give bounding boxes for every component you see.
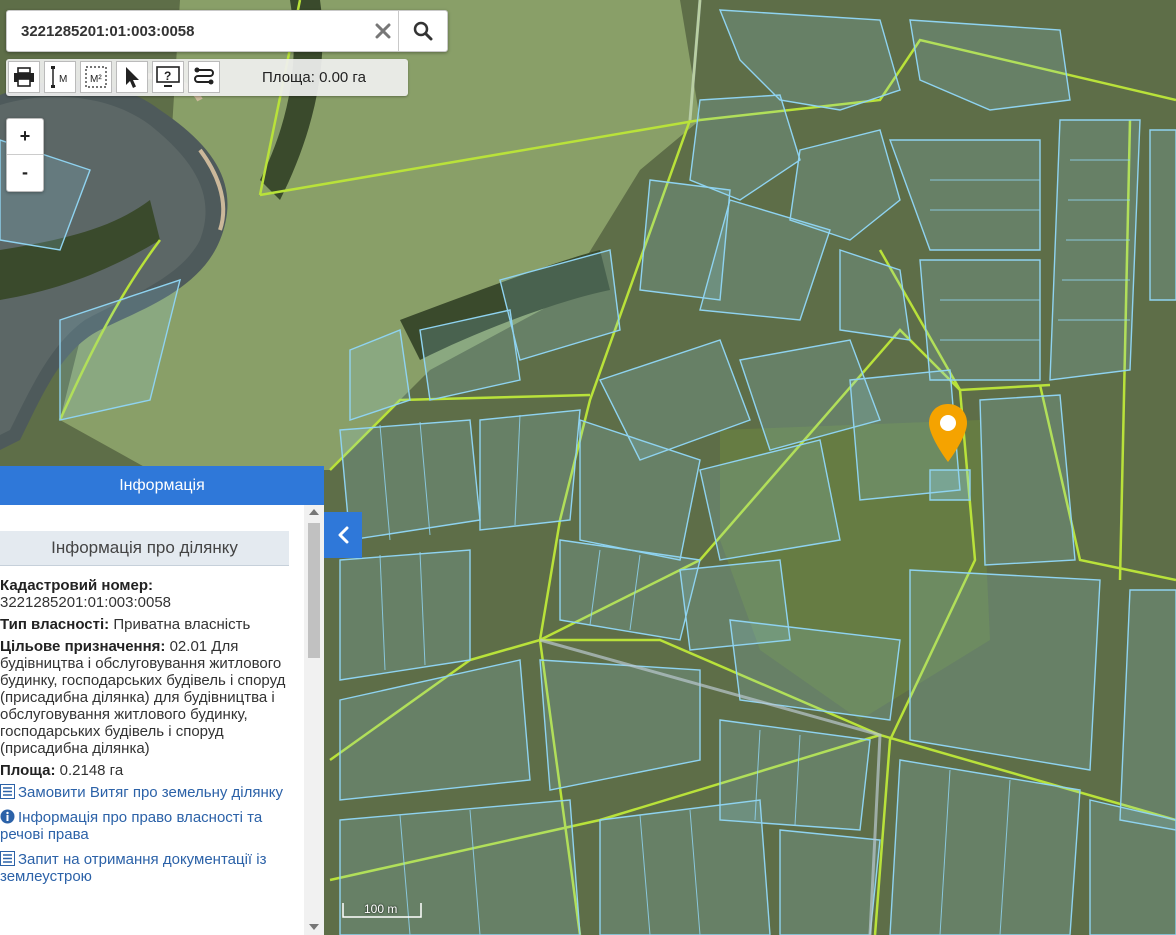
order-extract-link[interactable]: Замовити Витяг про земельну ділянку: [0, 784, 300, 801]
svg-text:?: ?: [164, 69, 171, 83]
search-button[interactable]: [398, 11, 447, 51]
area-label: Площа:: [0, 762, 56, 779]
ownership-rights-label: Інформація про право власності та речові…: [0, 809, 263, 843]
purpose-value: 02.01 Для будівництва і обслуговування ж…: [0, 638, 286, 757]
chevron-left-icon: [338, 526, 349, 544]
zoom-in-button[interactable]: +: [7, 119, 43, 155]
measure-area-icon: M²: [85, 66, 107, 88]
zoom-control: + -: [6, 118, 44, 192]
location-marker-icon[interactable]: [926, 402, 970, 464]
measure-area-button[interactable]: M²: [80, 61, 112, 93]
cadastral-value: 3221285201:01:003:0058: [0, 594, 172, 611]
documentation-request-link[interactable]: Запит на отримання документації із земле…: [0, 851, 300, 885]
pointer-icon: [126, 67, 139, 88]
info-icon: [0, 809, 15, 824]
clear-search-button[interactable]: [367, 11, 399, 51]
svg-text:M: M: [59, 74, 67, 85]
area-readout: Площа: 0.00 га: [262, 69, 366, 86]
search-box: [6, 10, 448, 52]
search-icon: [413, 21, 433, 41]
parcel-info: Кадастровий номер: 3221285201:01:003:005…: [0, 577, 300, 893]
scale-label: 100 m: [364, 902, 398, 916]
purpose-row: Цільове призначення: 02.01 Для будівницт…: [0, 638, 300, 757]
help-icon: ?: [156, 66, 180, 87]
cadastral-label: Кадастровий номер:: [0, 577, 154, 594]
ownership-value: Приватна власність: [113, 616, 251, 633]
close-icon: [375, 23, 391, 39]
ownership-row: Тип власності: Приватна власність: [0, 616, 300, 633]
panel-scrollbar[interactable]: [304, 505, 324, 935]
purpose-label: Цільове призначення:: [0, 638, 166, 655]
panel-title: Інформація: [0, 466, 324, 505]
scroll-down-icon[interactable]: [309, 924, 319, 930]
scroll-up-icon[interactable]: [309, 509, 319, 515]
measure-length-icon: M: [51, 66, 67, 88]
order-extract-label: Замовити Витяг про земельну ділянку: [18, 784, 284, 801]
zoom-out-button[interactable]: -: [7, 155, 43, 190]
cadastral-row: Кадастровий номер: 3221285201:01:003:005…: [0, 577, 300, 611]
documentation-request-label: Запит на отримання документації із земле…: [0, 851, 267, 885]
ownership-label: Тип власності:: [0, 616, 110, 633]
print-button[interactable]: [8, 61, 40, 93]
info-panel: Інформація Інформація про ділянку Кадаст…: [0, 466, 324, 935]
route-icon: [194, 67, 214, 85]
help-button[interactable]: ?: [152, 61, 184, 93]
route-button[interactable]: [188, 61, 220, 93]
measure-length-button[interactable]: M: [44, 61, 76, 93]
scroll-thumb[interactable]: [308, 523, 320, 658]
ownership-rights-link[interactable]: Інформація про право власності та речові…: [0, 809, 300, 843]
area-value: 0.2148 га: [59, 762, 124, 779]
section-title: Інформація про ділянку: [0, 531, 289, 566]
collapse-panel-button[interactable]: [324, 512, 362, 558]
map-toolbar: M M² ? Площа: 0.00 га: [6, 59, 408, 96]
scale-bar: 100 m: [342, 897, 422, 919]
list-icon: [0, 851, 15, 866]
svg-text:M²: M²: [90, 74, 102, 85]
search-input[interactable]: [7, 11, 359, 51]
list-icon: [0, 784, 15, 799]
print-icon: [14, 67, 34, 87]
panel-body[interactable]: Інформація про ділянку Кадастровий номер…: [0, 505, 304, 935]
pointer-button[interactable]: [116, 61, 148, 93]
area-row: Площа: 0.2148 га: [0, 762, 300, 779]
